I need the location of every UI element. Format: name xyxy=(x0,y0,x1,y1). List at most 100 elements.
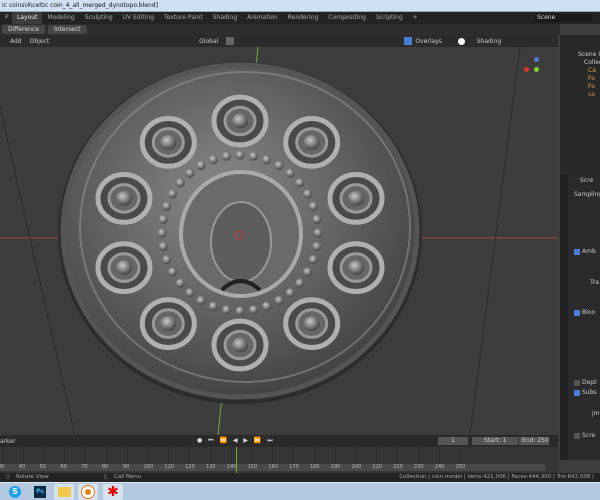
coin-bead xyxy=(249,305,259,315)
photoshop-icon[interactable]: Ps xyxy=(30,484,50,500)
outliner-scene-collection[interactable]: Scene Colle xyxy=(578,51,600,59)
workspace-tabs: P Layout Modeling Sculpting UV Editing T… xyxy=(0,12,600,24)
tab-modeling[interactable]: Modeling xyxy=(42,12,79,24)
coin-bead xyxy=(175,278,185,288)
tool-settings-bar: Difference Intersect xyxy=(0,24,560,35)
intersect-button[interactable]: Intersect xyxy=(47,25,87,34)
tab-scripting[interactable]: Scripting xyxy=(371,12,408,24)
file-explorer-icon[interactable] xyxy=(54,484,74,500)
coin-ring xyxy=(115,260,132,275)
blender-icon[interactable] xyxy=(78,484,98,500)
properties-tab-column[interactable] xyxy=(560,175,568,460)
coin-bead xyxy=(185,168,195,178)
coin-ring xyxy=(160,316,177,331)
checkbox[interactable] xyxy=(574,432,580,439)
timeline-gridline xyxy=(43,447,45,464)
section-screen-space-reflections[interactable]: Scre xyxy=(574,432,595,440)
scene-selector[interactable]: Scene xyxy=(534,14,592,22)
timeline-tick-label: 210 xyxy=(372,464,382,470)
coin-bead xyxy=(303,267,313,277)
3d-viewport[interactable] xyxy=(0,47,558,435)
section-bloom[interactable]: Bloo xyxy=(574,309,595,317)
timeline-gridline xyxy=(106,447,107,464)
timeline-tick-label: 220 xyxy=(393,464,403,470)
solid-shading-icon[interactable] xyxy=(457,37,465,45)
timeline-gridline xyxy=(251,447,253,464)
add-workspace-button[interactable]: + xyxy=(408,12,423,24)
red-app-icon[interactable]: ✱ xyxy=(103,484,123,500)
coin-bead xyxy=(196,296,206,306)
marker-menu[interactable]: arker xyxy=(0,438,16,445)
checkbox[interactable] xyxy=(574,309,580,316)
playhead[interactable] xyxy=(236,447,237,473)
section-ambient-occlusion[interactable]: Amb xyxy=(574,248,596,256)
section-depth-of-field[interactable]: Dept xyxy=(574,379,596,387)
current-frame-field[interactable]: 1 xyxy=(438,437,468,445)
coin-model xyxy=(0,47,558,435)
tab-uv-editing[interactable]: UV Editing xyxy=(118,12,159,24)
outliner-collection[interactable]: Collecti xyxy=(584,59,600,67)
section-subsurface[interactable]: Subs xyxy=(574,389,597,397)
coin-ring xyxy=(232,337,248,353)
timeline-tick-label: 80 xyxy=(102,464,109,470)
timeline-tick-label: 120 xyxy=(185,464,195,470)
coin-ring xyxy=(303,316,320,331)
coin-bead xyxy=(235,306,245,316)
coin-bead xyxy=(167,189,177,199)
outliner-item[interactable]: co xyxy=(588,91,595,99)
tab-compositing[interactable]: Compositing xyxy=(323,12,371,24)
coin-bead xyxy=(295,278,305,288)
coin-bead xyxy=(262,155,272,165)
tab-sculpting[interactable]: Sculpting xyxy=(80,12,118,24)
outliner-item[interactable]: Fo xyxy=(588,83,595,91)
playback-controls[interactable]: ● ⏮ ⏪ ◀ ▶ ⏩ ⏭ xyxy=(197,437,275,445)
tab-shading[interactable]: Shading xyxy=(208,12,242,24)
timeline-gridline xyxy=(147,447,149,464)
timeline-gridline xyxy=(314,447,315,464)
timeline-gridline xyxy=(397,447,399,464)
difference-button[interactable]: Difference xyxy=(2,25,45,34)
tab-animation[interactable]: Animation xyxy=(242,12,283,24)
menu-add[interactable]: Add xyxy=(10,38,22,45)
coin-bead xyxy=(249,151,259,161)
tab-texture-paint[interactable]: Texture Paint xyxy=(159,12,208,24)
orientation-dropdown[interactable]: Global xyxy=(199,38,218,45)
mouse-right-icon: ▯ xyxy=(104,474,108,480)
end-frame-field[interactable]: End: 250 xyxy=(519,437,549,445)
overlays-icon[interactable] xyxy=(404,37,413,45)
tab-layout[interactable]: Layout xyxy=(12,12,43,24)
properties-context: Scre xyxy=(580,177,594,184)
checkbox[interactable] xyxy=(574,248,580,255)
coin-bead xyxy=(221,151,231,161)
navigation-gizmo[interactable] xyxy=(520,53,550,93)
checkbox[interactable] xyxy=(574,389,580,396)
coin-bead xyxy=(175,178,185,188)
coin-ring xyxy=(303,135,320,150)
coin-bead xyxy=(208,301,218,311)
timeline-gridline xyxy=(334,447,336,464)
timeline-tick-label: 70 xyxy=(81,464,88,470)
outliner-item[interactable]: Ca xyxy=(588,67,596,75)
tab-rendering[interactable]: Rendering xyxy=(283,12,324,24)
skype-icon[interactable]: S xyxy=(5,484,25,500)
coin-bead xyxy=(208,155,218,165)
viewport-header: Add Object Global Overlays Shading xyxy=(0,35,558,47)
menu-object[interactable]: Object xyxy=(30,38,50,45)
outliner-item[interactable]: Fo xyxy=(588,75,595,83)
mouse-left-icon: ▯ xyxy=(6,474,10,480)
shading-dropdown[interactable]: Shading xyxy=(477,38,501,45)
status-bar: ▯ Rotate View ▯ Call Menu Collection | c… xyxy=(0,473,600,482)
section-sampling[interactable]: Sampling xyxy=(574,191,600,199)
timeline-area[interactable]: 30 40 50 60 70 80 90 100 110 120 130 140 150 160 170 18… xyxy=(0,447,558,473)
timeline-tick-label: 250 xyxy=(455,464,466,470)
snap-icon[interactable] xyxy=(226,37,235,45)
timeline-gridline xyxy=(376,447,378,464)
scene-statistics: Collection | coin model | Verts:421,006 … xyxy=(399,474,594,480)
start-frame-field[interactable]: Start: 1 xyxy=(472,437,518,445)
overlays-dropdown[interactable]: Overlays xyxy=(415,38,441,45)
timeline-tick-label: 230 xyxy=(414,464,424,470)
status-call-menu: Call Menu xyxy=(114,474,142,480)
blender-menu-icon[interactable]: P xyxy=(0,12,12,24)
coin-bead xyxy=(158,214,168,224)
checkbox[interactable] xyxy=(574,379,580,386)
